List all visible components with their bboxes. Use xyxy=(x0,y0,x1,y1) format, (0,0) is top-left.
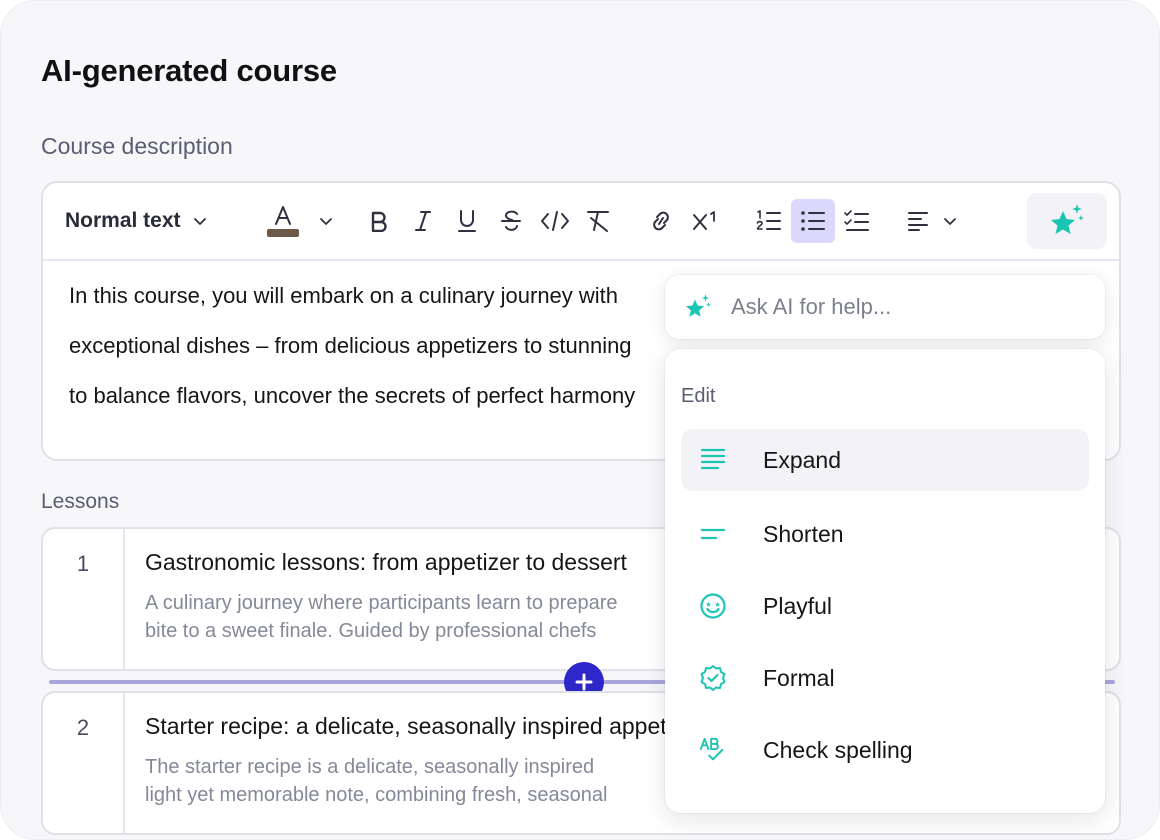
ai-sparkle-icon xyxy=(1051,204,1084,234)
menu-item-shorten[interactable]: Shorten xyxy=(681,503,1089,565)
lesson-title: Gastronomic lessons: from appetizer to d… xyxy=(145,549,627,575)
bold-button[interactable] xyxy=(357,199,401,243)
italic-button[interactable] xyxy=(401,199,445,243)
lesson-number: 1 xyxy=(43,529,125,669)
text-color-button[interactable] xyxy=(259,199,339,243)
underline-button[interactable] xyxy=(445,199,489,243)
editor-toolbar: Normal text xyxy=(43,183,1119,261)
lesson-number: 2 xyxy=(43,693,125,833)
checklist-icon xyxy=(844,210,869,231)
ask-ai-placeholder: Ask AI for help... xyxy=(731,294,892,319)
ordered-list-button[interactable] xyxy=(747,199,791,243)
superscript-button[interactable] xyxy=(683,199,727,243)
bullet-list-button[interactable] xyxy=(791,199,835,243)
align-dropdown[interactable] xyxy=(899,199,965,243)
expand-lines-icon xyxy=(699,446,727,474)
clear-format-icon xyxy=(587,211,609,232)
menu-item-label: Playful xyxy=(763,592,833,619)
ask-ai-input[interactable]: Ask AI for help... xyxy=(665,275,1105,339)
ai-sparkle-icon xyxy=(686,294,711,317)
plus-icon xyxy=(575,673,593,691)
menu-item-expand[interactable]: Expand xyxy=(681,429,1089,491)
underline-icon xyxy=(458,210,476,232)
shorten-lines-icon xyxy=(699,520,727,548)
align-left-icon xyxy=(908,212,928,231)
ai-edit-menu: Edit Expand Shorten Playful Formal Check… xyxy=(665,349,1105,813)
italic-icon xyxy=(415,211,431,231)
menu-heading: Edit xyxy=(681,385,716,407)
menu-item-label: Check spelling xyxy=(763,736,913,763)
code-button[interactable] xyxy=(533,199,577,243)
superscript-icon xyxy=(693,211,715,230)
menu-item-formal[interactable]: Formal xyxy=(681,647,1089,709)
menu-item-label: Shorten xyxy=(763,520,844,547)
checklist-button[interactable] xyxy=(835,199,879,243)
text-color-icon xyxy=(267,206,299,237)
chevron-down-icon xyxy=(944,218,956,225)
text-style-value: Normal text xyxy=(65,209,181,232)
text-style-dropdown[interactable]: Normal text xyxy=(65,199,207,243)
menu-item-check-spelling[interactable]: Check spelling xyxy=(681,719,1089,781)
smiley-face-icon xyxy=(699,592,727,620)
course-card: AI-generated course Course description N… xyxy=(0,0,1160,840)
menu-item-label: Expand xyxy=(763,446,842,473)
lessons-label: Lessons xyxy=(41,490,120,513)
bold-icon xyxy=(371,211,387,232)
strikethrough-icon xyxy=(501,210,521,231)
ordered-list-icon xyxy=(756,210,781,230)
chevron-down-icon xyxy=(193,218,206,225)
ai-assist-button[interactable] xyxy=(1027,193,1107,249)
verified-badge-icon xyxy=(699,664,727,692)
lesson-title: Starter recipe: a delicate, seasonally i… xyxy=(145,713,704,739)
bullet-list-icon xyxy=(801,211,825,231)
strikethrough-button[interactable] xyxy=(489,199,533,243)
course-description-label: Course description xyxy=(41,133,233,159)
menu-item-playful[interactable]: Playful xyxy=(681,575,1089,637)
chevron-down-icon xyxy=(320,218,332,225)
code-icon xyxy=(541,211,569,231)
spell-check-icon xyxy=(699,736,727,764)
link-icon xyxy=(653,211,669,231)
page-title: AI-generated course xyxy=(41,53,337,88)
clear-format-button[interactable] xyxy=(577,199,621,243)
link-button[interactable] xyxy=(639,199,683,243)
menu-item-label: Formal xyxy=(763,664,835,691)
